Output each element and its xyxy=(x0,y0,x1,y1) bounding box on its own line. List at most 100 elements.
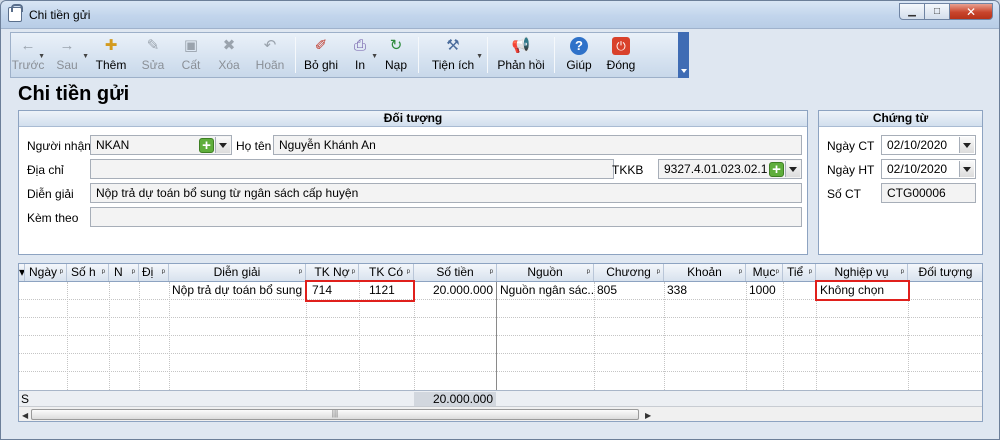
row-chapter-cell[interactable]: 805 xyxy=(594,282,664,299)
payee-group: Đối tượng Người nhận NKAN + Họ tên Nguyễ… xyxy=(18,110,808,255)
add-label: Thêm xyxy=(95,58,127,72)
col-header-date-label: Ngày xyxy=(29,265,58,279)
col-header-chapter-label: Chương xyxy=(606,265,651,279)
col-header-n[interactable]: Nᵖ xyxy=(109,264,139,281)
title-bar[interactable]: Chi tiền gửi ▁ □ ✕ xyxy=(1,1,999,29)
pin-icon[interactable]: ᵖ xyxy=(299,264,302,280)
print-label: In xyxy=(354,58,365,72)
col-header-description-label: Diễn giải xyxy=(213,265,261,279)
add-button[interactable]: ✚ Thêm xyxy=(89,33,133,77)
tkkb-dropdown-icon[interactable] xyxy=(785,161,800,177)
col-header-description[interactable]: Diễn giải ᵖ xyxy=(169,264,306,281)
col-header-chapter[interactable]: Chương ᵖ xyxy=(594,264,664,281)
scroll-left-icon[interactable]: ◀ xyxy=(22,411,28,420)
maximize-button[interactable]: □ xyxy=(924,3,950,20)
col-header-credit[interactable]: TK Có ᵖ xyxy=(359,264,414,281)
pin-icon[interactable]: ᵖ xyxy=(587,264,590,280)
pin-icon[interactable]: ᵖ xyxy=(809,264,812,280)
col-header-location[interactable]: Đị ᵖ xyxy=(139,264,169,281)
col-header-source[interactable]: Nguồn ᵖ xyxy=(497,264,594,281)
full-name-field[interactable]: Nguyễn Khánh An xyxy=(273,135,802,155)
next-button[interactable]: → Sau ▼ xyxy=(45,33,89,77)
full-name-label: Họ tên xyxy=(236,139,272,153)
scroll-thumb[interactable]: ||| xyxy=(31,409,639,420)
recipient-dropdown-icon[interactable] xyxy=(215,137,230,153)
toolbar: ← Trước ▼ → Sau ▼ ✚ Thêm ✎ Sửa ▣ Cất ✖ X… xyxy=(10,32,689,78)
pin-icon[interactable]: ᵖ xyxy=(162,264,165,280)
description-field[interactable]: Nộp trả dự toán bổ sung từ ngân sách cấp… xyxy=(90,183,802,203)
row-item-cell[interactable]: 338 xyxy=(664,282,746,299)
pin-icon[interactable]: ᵖ xyxy=(739,264,742,280)
pin-icon[interactable]: ᵖ xyxy=(776,264,779,280)
col-header-subsection[interactable]: Tiể ᵖ xyxy=(783,264,816,281)
col-header-object-label: Đối tượng xyxy=(918,265,973,279)
recipient-combo[interactable]: NKAN + xyxy=(90,135,232,155)
add-recipient-icon[interactable]: + xyxy=(199,138,214,153)
unpost-button[interactable]: ✐ Bỏ ghi xyxy=(300,33,342,77)
address-field[interactable] xyxy=(90,159,614,179)
pin-icon[interactable]: ᵖ xyxy=(657,264,660,280)
edit-button[interactable]: ✎ Sửa xyxy=(133,33,173,77)
voucher-date-dropdown-icon[interactable] xyxy=(959,137,974,153)
highlight-accounts xyxy=(305,280,415,302)
col-header-object[interactable]: Đối tượng xyxy=(908,264,982,281)
power-icon: ⏻ xyxy=(612,37,630,55)
add-tkkb-icon[interactable]: + xyxy=(769,162,784,177)
col-header-source-label: Nguồn xyxy=(527,265,563,279)
print-button[interactable]: ⎙ In ▼ xyxy=(342,33,378,77)
col-header-section[interactable]: Mục ᵖ xyxy=(746,264,783,281)
col-header-amount[interactable]: Số tiền ᵖ xyxy=(414,264,497,281)
col-header-debit-label: TK Nợ xyxy=(314,265,350,279)
arrow-left-icon: ← xyxy=(20,37,36,54)
tkkb-combo[interactable]: 9327.4.01.023.02.1 + xyxy=(658,159,802,179)
pin-icon[interactable]: ᵖ xyxy=(132,264,135,280)
voucher-date-picker[interactable]: 02/10/2020 xyxy=(881,135,976,155)
utilities-button[interactable]: ⚒ Tiện ích ▼ xyxy=(423,33,483,77)
row-source-cell[interactable]: Nguồn ngân sác... xyxy=(497,282,594,299)
arrow-right-icon: → xyxy=(59,37,75,54)
posting-date-picker[interactable]: 02/10/2020 xyxy=(881,159,976,179)
pin-icon[interactable]: ᵖ xyxy=(352,264,355,280)
reload-icon: ↻ xyxy=(389,37,403,54)
row-description-cell[interactable]: Nộp trả dự toán bổ sung t... xyxy=(169,282,306,299)
highlight-operation xyxy=(815,280,910,301)
col-header-number[interactable]: Số h ᵖ xyxy=(67,264,109,281)
horizontal-scrollbar[interactable]: ◀ ||| ▶ xyxy=(19,406,982,421)
help-label: Giúp xyxy=(566,58,592,72)
tools-icon: ⚒ xyxy=(446,37,460,54)
pin-icon[interactable]: ᵖ xyxy=(102,264,105,280)
pin-icon[interactable]: ᵖ xyxy=(490,264,493,280)
row-amount-cell[interactable]: 20.000.000 xyxy=(414,282,496,299)
undo-button[interactable]: ↶ Hoãn xyxy=(249,33,291,77)
feedback-button[interactable]: 📢 Phản hồi xyxy=(492,33,550,77)
col-header-subsection-label: Tiể xyxy=(787,265,804,279)
col-header-credit-label: TK Có xyxy=(368,265,403,279)
pin-icon[interactable]: ᵖ xyxy=(60,264,63,280)
scroll-right-icon[interactable]: ▶ xyxy=(645,411,651,420)
pin-icon[interactable]: ᵖ xyxy=(901,264,904,280)
close-window-button[interactable]: ✕ xyxy=(949,3,993,20)
col-header-debit[interactable]: TK Nợ ᵖ xyxy=(306,264,359,281)
col-header-date[interactable]: Ngày ᵖ xyxy=(25,264,67,281)
page-title: Chi tiền gửi xyxy=(18,83,130,105)
voucher-number-field[interactable]: CTG00006 xyxy=(881,183,976,203)
delete-button[interactable]: ✖ Xóa xyxy=(209,33,249,77)
close-button[interactable]: ⏻ Đóng xyxy=(599,33,643,77)
col-header-n-label: N xyxy=(114,265,123,279)
row-section-cell[interactable]: 1000 xyxy=(746,282,783,299)
col-header-section-label: Mục xyxy=(752,265,776,279)
attachment-field[interactable] xyxy=(90,207,802,227)
col-header-item[interactable]: Khoản ᵖ xyxy=(664,264,746,281)
col-header-operation[interactable]: Nghiệp vụ ᵖ xyxy=(816,264,908,281)
edit-icon: ✎ xyxy=(146,37,160,54)
pin-icon[interactable]: ᵖ xyxy=(407,264,410,280)
footer-label: S xyxy=(21,392,30,406)
minimize-button[interactable]: ▁ xyxy=(899,3,925,20)
save-button[interactable]: ▣ Cất xyxy=(173,33,209,77)
posting-date-dropdown-icon[interactable] xyxy=(959,161,974,177)
main-window: Chi tiền gửi ▁ □ ✕ ← Trước ▼ → Sau ▼ ✚ T… xyxy=(0,0,1000,440)
toolbar-overflow-button[interactable] xyxy=(678,32,689,78)
previous-button[interactable]: ← Trước ▼ xyxy=(11,33,45,77)
help-button[interactable]: ? Giúp xyxy=(559,33,599,77)
reload-button[interactable]: ↻ Nạp xyxy=(378,33,414,77)
